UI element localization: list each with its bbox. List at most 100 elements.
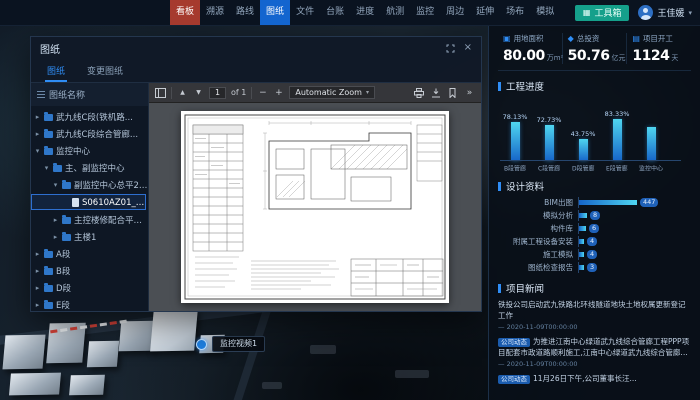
nav-tab[interactable]: 监控 [410,0,440,25]
news-item[interactable]: 公司动态为推进江南中心绿道武九线综合管廊工程PPP项目配套市政道路顺利施工,江南… [498,337,691,368]
tree-item-label: A段 [56,248,70,260]
design-value-badge: 3 [587,263,597,272]
design-row: 附属工程设备安装 4 [498,236,691,247]
caret-icon: ▾ [34,147,41,155]
expand-icon[interactable] [446,44,455,53]
tree-item[interactable]: ▸ 武九线C段(铁机路... [31,108,148,125]
close-icon[interactable]: × [464,43,472,53]
nav-tab[interactable]: 航测 [380,0,410,25]
folder-icon [53,165,62,172]
page-up-icon[interactable]: ▲ [177,86,188,99]
download-icon[interactable] [430,86,441,99]
bar [613,119,622,161]
tree-item-label: 监控中心 [56,145,90,157]
bar-value-label: 83.33% [605,110,630,118]
folder-icon [62,182,71,189]
design-value-badge: 6 [589,224,599,233]
toolbox-label: 工具箱 [594,6,621,19]
tree-item[interactable]: ▸ E段 [31,296,148,311]
zoom-value: Automatic Zoom [295,88,362,97]
stat-card: ▣ 用地面积 80.00 万m² [498,33,562,64]
folder-icon [44,302,53,309]
bar [545,125,554,161]
user-avatar-icon [638,5,653,20]
bar-category-label: 监控中心 [639,163,663,170]
pdf-canvas[interactable] [149,103,481,311]
pdf-viewer: ▲ ▼ of 1 − + Automatic Zoom ▾ [149,83,481,311]
news-item[interactable]: 铁投公司启动武九铁路北环线隧道地块土地权属更新登记工作 2020-11-09T0… [498,300,691,331]
stat-cards: ▣ 用地面积 80.00 万m² ◆ 总投资 50.76 亿元 [498,33,691,71]
tree-item-label: B段 [56,265,70,277]
tree-item-label: 副监控中心总平2019... [74,179,148,191]
section-title: 设计资料 [506,179,544,193]
bookmark-icon[interactable] [447,86,458,99]
zoom-select[interactable]: Automatic Zoom ▾ [289,86,375,99]
nav-tab[interactable]: 文件 [290,0,320,25]
drawings-modal: 图纸 × 图纸变更图纸 图纸名称 ▸ [30,36,482,312]
modal-tab[interactable]: 图纸 [36,59,76,82]
nav-tab[interactable]: 周边 [440,0,470,25]
tree-item[interactable]: ▸ 主控楼修配合平面... [31,211,148,228]
camera-icon[interactable] [196,339,207,350]
sidebar-toggle-icon[interactable] [155,86,166,99]
nav-tab[interactable]: 路线 [230,0,260,25]
stat-card: ◆ 总投资 50.76 亿元 [562,33,627,64]
design-chart: BIM出图 447 模拟分析 8 构件库 6 [498,197,691,273]
bar-category-label: C段管廊 [538,163,560,170]
more-tools-icon[interactable]: » [464,86,475,99]
progress-bar-column: 83.33% E段管廊 [605,97,629,171]
bar [579,226,586,231]
folder-icon [44,148,53,155]
zoom-out-icon[interactable]: − [257,86,268,99]
nav-tabs: 看板溯源路线图纸文件台账进度航测监控周边延伸场布模拟 [170,0,560,25]
nav-tab[interactable]: 溯源 [200,0,230,25]
news-date: 2020-11-09T00:00:00 [498,323,691,331]
tree-item-label: E段 [56,299,70,311]
tree-item[interactable]: ▾ 副监控中心总平2019... [31,176,148,193]
tree-item[interactable]: S0610AZ01_总平... [31,194,146,210]
design-label: 施工模拟 [498,249,578,260]
bar [579,252,584,257]
nav-tab[interactable]: 图纸 [260,0,290,25]
modal-tab[interactable]: 变更图纸 [76,59,134,82]
caret-icon: ▸ [52,216,59,224]
chevron-down-icon: ▾ [366,89,369,96]
tree-item[interactable]: ▾ 监控中心 [31,142,148,159]
nav-tab[interactable]: 模拟 [530,0,560,25]
topbar-right: ▦ 工具箱 王佳媛 ▾ [575,5,700,21]
camera-marker[interactable]: 监控视频1 [196,336,265,352]
tree-item-label: 主楼1 [74,231,96,243]
page-down-icon[interactable]: ▼ [193,86,204,99]
caret-icon: ▸ [34,113,41,121]
nav-tab[interactable]: 延伸 [470,0,500,25]
tree-item[interactable]: ▾ 主、副监控中心 [31,159,148,176]
nav-tab[interactable]: 看板 [170,0,200,25]
map-object [262,382,282,389]
zoom-in-icon[interactable]: + [273,86,284,99]
nav-tab[interactable]: 场布 [500,0,530,25]
nav-tab[interactable]: 台账 [320,0,350,25]
design-row: 施工模拟 4 [498,249,691,260]
bar-category-label: E段管廊 [606,163,628,170]
tree-item-label: 主控楼修配合平面... [74,214,148,226]
tree-item[interactable]: ▸ B段 [31,262,148,279]
tree-item[interactable]: ▸ 主楼1 [31,228,148,245]
tree-item-label: 武九线C段综合管廊... [56,128,138,140]
news-item[interactable]: 公司动态11月26日下午,公司董事长汪... [498,374,691,385]
nav-tab[interactable]: 进度 [350,0,380,25]
user-name: 王佳媛 [657,6,684,19]
print-icon[interactable] [413,86,424,99]
tree-item[interactable]: ▸ A段 [31,245,148,262]
user-menu[interactable]: 王佳媛 ▾ [638,5,692,20]
bar-value-label: 78.13% [503,113,528,121]
folder-icon [44,114,53,121]
tree-item[interactable]: ▸ 武九线C段综合管廊... [31,125,148,142]
drawing-tree: ▸ 武九线C段(铁机路... ▸ 武九线C段综合管廊... ▾ 监控中心 [31,106,148,311]
design-value-badge: 447 [640,198,658,207]
folder-icon [44,268,53,275]
toolbox-button[interactable]: ▦ 工具箱 [575,5,630,21]
page-number-input[interactable] [209,87,226,99]
tree-item[interactable]: ▸ D段 [31,279,148,296]
bar-category-label: B段管廊 [504,163,526,170]
tree-header-label: 图纸名称 [49,88,85,101]
